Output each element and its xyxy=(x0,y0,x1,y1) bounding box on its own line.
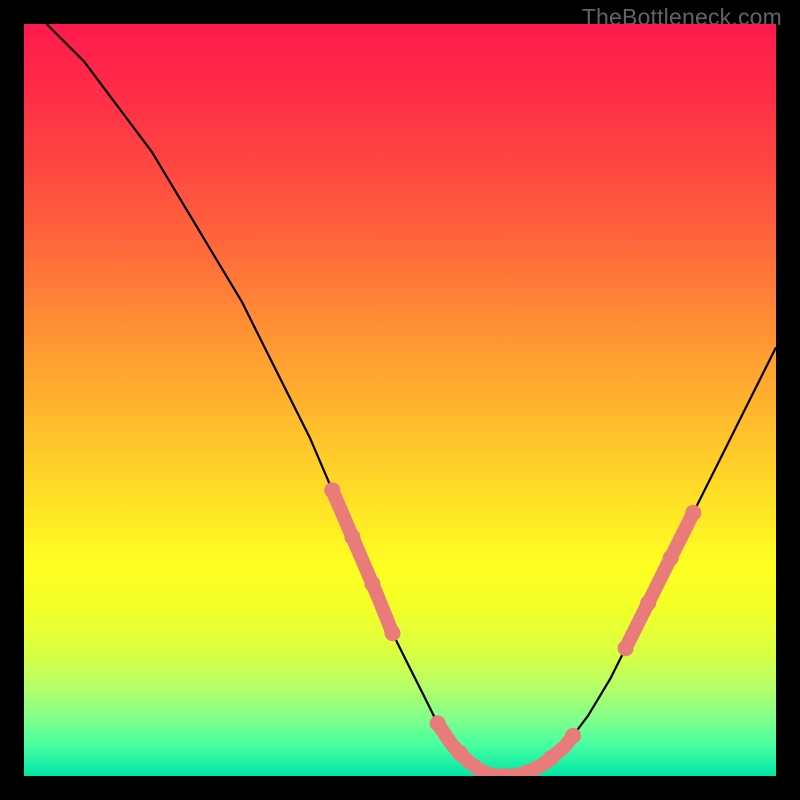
curve-svg xyxy=(24,24,776,776)
highlight-dot xyxy=(565,728,581,744)
dot-group xyxy=(324,482,701,776)
main-curve-path xyxy=(47,24,776,776)
highlight-dot xyxy=(430,715,446,731)
highlight-dot xyxy=(385,625,401,641)
highlight-dot xyxy=(344,529,360,545)
highlight-dot xyxy=(364,576,380,592)
chart-frame: TheBottleneck.com xyxy=(0,0,800,800)
highlight-dot xyxy=(640,595,656,611)
highlight-dot xyxy=(452,745,468,761)
highlight-dot xyxy=(542,751,558,767)
plot-area xyxy=(24,24,776,776)
highlight-dot xyxy=(685,505,701,521)
highlight-dot xyxy=(618,640,634,656)
highlight-dot xyxy=(324,482,340,498)
highlight-seg-1 xyxy=(332,490,392,633)
highlight-dot xyxy=(663,550,679,566)
highlight-seg-3 xyxy=(626,516,692,648)
